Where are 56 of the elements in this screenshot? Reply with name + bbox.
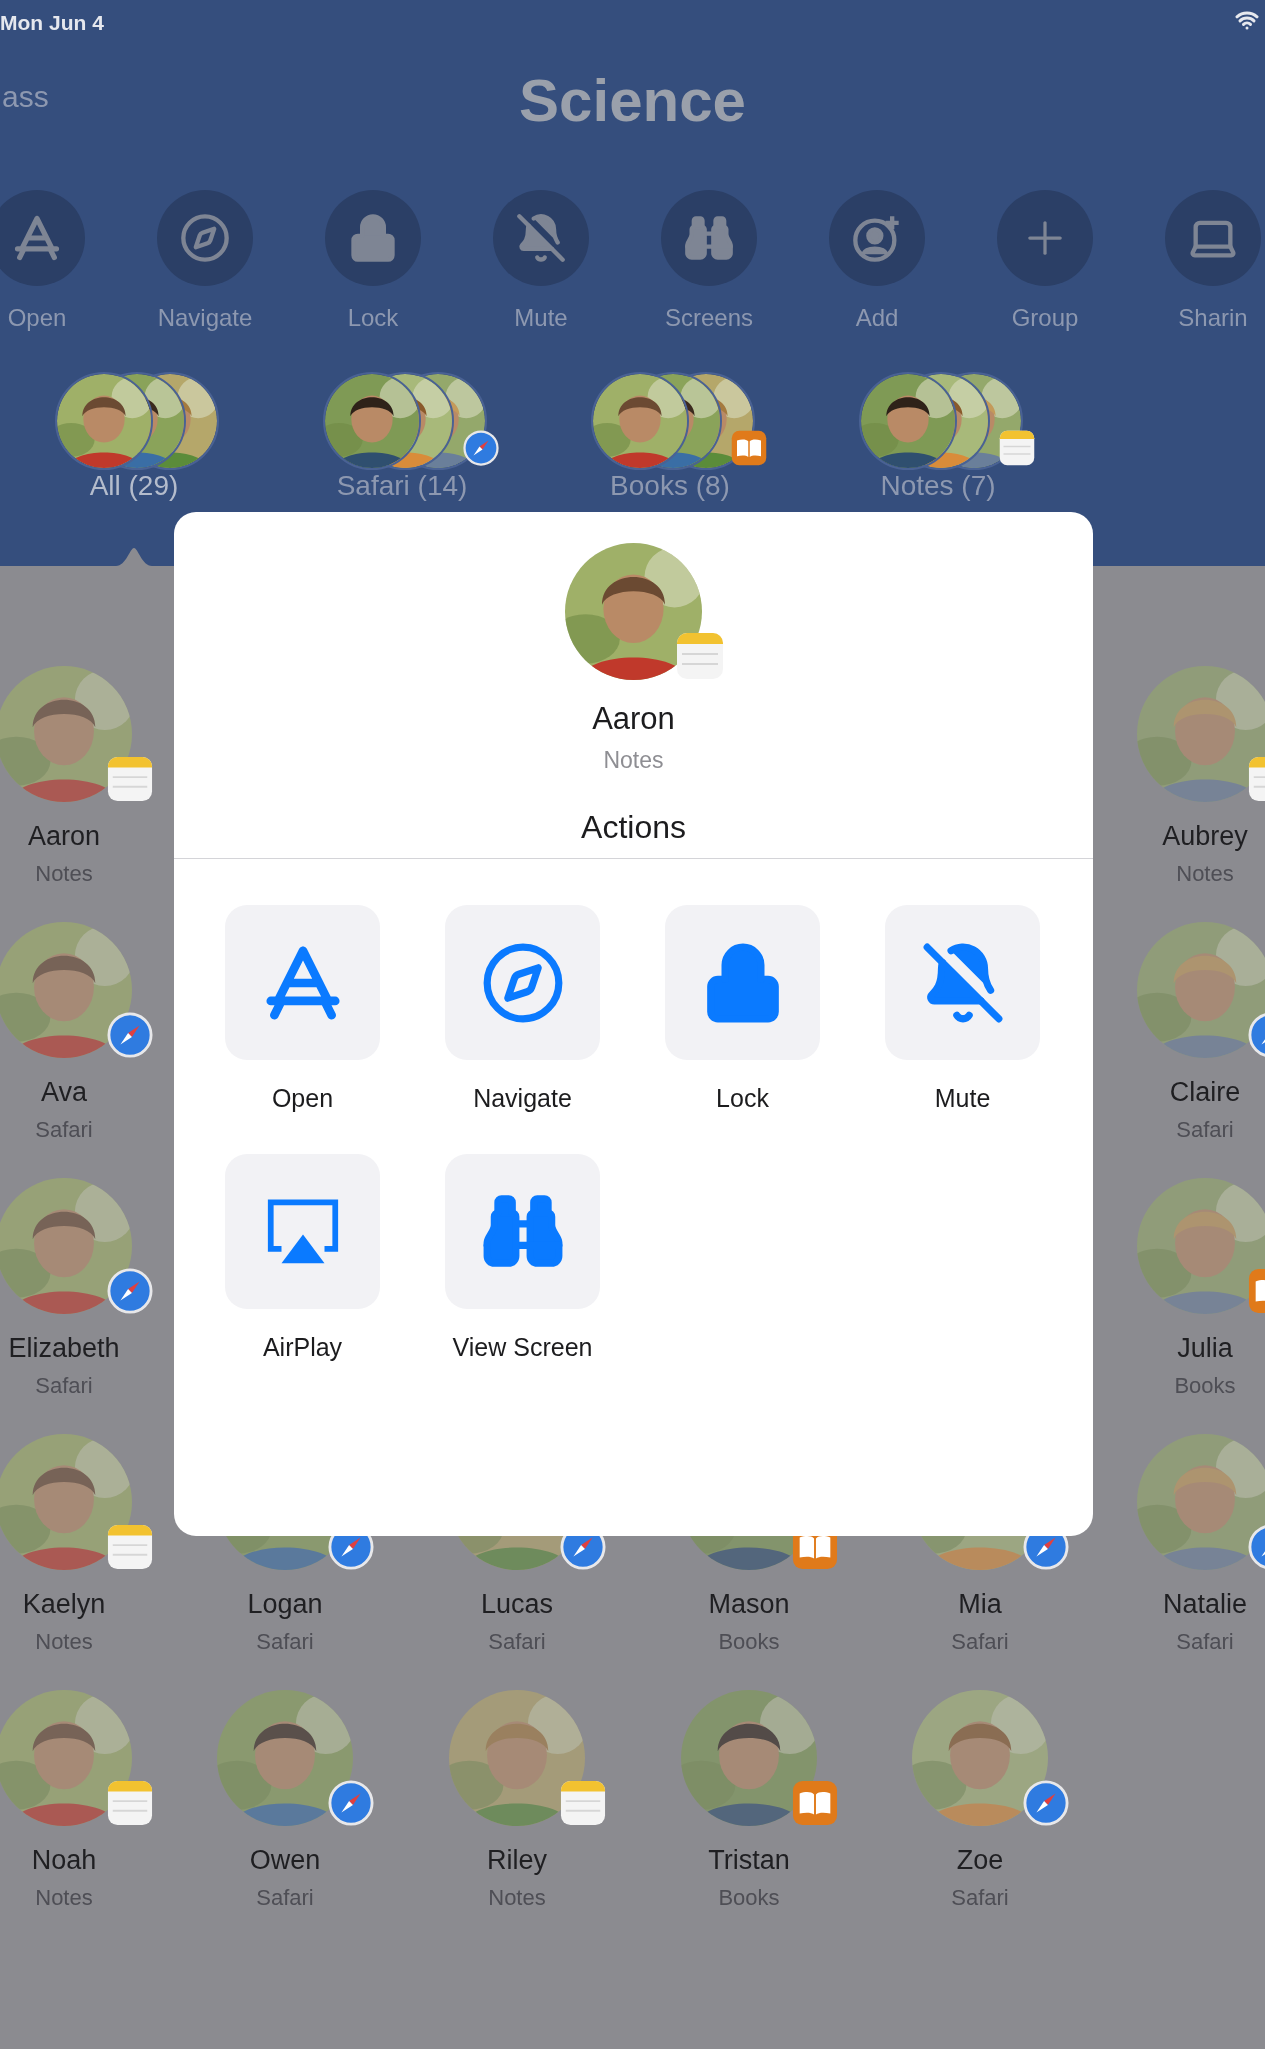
notes-badge-icon [999, 430, 1035, 466]
notes-badge-icon [106, 1780, 153, 1826]
book-badge-icon [731, 430, 767, 466]
student-app: Safari [1176, 1115, 1234, 1144]
student-app: Notes [488, 1883, 546, 1912]
student-name: Aaron [592, 700, 675, 738]
compass-badge-icon [106, 1012, 153, 1058]
class-title: Science [518, 66, 747, 136]
student-name: Mia [958, 1588, 1002, 1621]
student-app: Safari [951, 1627, 1009, 1656]
compass-badge-icon [106, 1268, 153, 1314]
selection-pointer-icon [116, 548, 152, 566]
back-button[interactable]: ass [2, 74, 49, 119]
student-app: Safari [951, 1883, 1009, 1912]
student-name: Ava [40, 1076, 87, 1109]
notes-badge-icon [675, 632, 724, 680]
student-app: Books [1174, 1371, 1236, 1400]
student-app: Notes [603, 745, 664, 775]
notes-badge-icon [559, 1780, 606, 1826]
notes-badge-icon [106, 1524, 153, 1570]
student-name: Tristan [708, 1844, 790, 1877]
student-name: Elizabeth [8, 1332, 120, 1365]
student-name: Kaelyn [22, 1588, 106, 1621]
compass-badge-icon [327, 1780, 374, 1826]
student-app: Books [718, 1627, 780, 1656]
book-badge-icon [791, 1780, 838, 1826]
student-name: Claire [1169, 1076, 1241, 1109]
actions-heading: Actions [581, 808, 686, 847]
student-app: Safari [256, 1627, 314, 1656]
compass-icon [179, 212, 231, 264]
student-name: Owen [249, 1844, 321, 1877]
student-app: Notes [35, 1627, 93, 1656]
compass-badge-icon [1022, 1780, 1069, 1826]
student-name: Noah [31, 1844, 97, 1877]
student-name: Julia [1177, 1332, 1233, 1365]
student-name: Aaron [27, 820, 101, 853]
muted-bell-icon [515, 212, 567, 264]
student-name: Aubrey [1162, 820, 1248, 853]
student-name: Lucas [480, 1588, 554, 1621]
student-app: Books [718, 1883, 780, 1912]
student-name: Natalie [1162, 1588, 1247, 1621]
student-app: Safari [488, 1627, 546, 1656]
student-app: Notes [35, 1883, 93, 1912]
student-app: Notes [35, 859, 93, 888]
student-app: Notes [1176, 859, 1234, 888]
notes-badge-icon [106, 756, 153, 802]
student-app: Safari [256, 1883, 314, 1912]
student-name: Mason [708, 1588, 790, 1621]
student-name: Logan [247, 1588, 323, 1621]
status-date: Mon Jun 4 [0, 10, 104, 36]
compass-badge-icon [463, 430, 499, 466]
student-app: Safari [35, 1371, 93, 1400]
student-app: Safari [1176, 1627, 1234, 1656]
student-name: Riley [487, 1844, 547, 1877]
student-name: Zoe [956, 1844, 1004, 1877]
student-app: Safari [35, 1115, 93, 1144]
